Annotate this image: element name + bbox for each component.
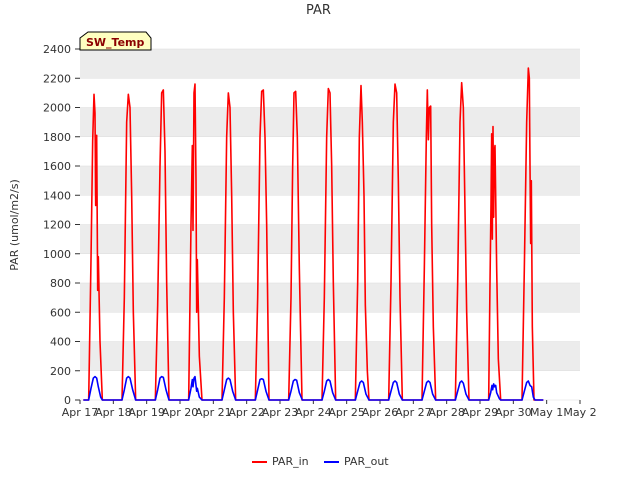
y-tick-label: 2200	[43, 72, 71, 85]
y-tick-label: 200	[50, 365, 71, 378]
legend-label-par-in: PAR_in	[272, 455, 309, 468]
y-tick-label: 2400	[43, 43, 71, 56]
par-chart: PAR 020040060080010001200140016001800200…	[8, 3, 597, 468]
grid-band	[80, 49, 580, 79]
sw-temp-badge-text: SW_Temp	[86, 36, 145, 49]
y-tick-label: 2000	[43, 102, 71, 115]
y-tick-label: 600	[50, 306, 71, 319]
x-tick-label: Apr 27	[395, 406, 432, 419]
sw-temp-badge: SW_Temp	[79, 31, 152, 51]
y-tick-label: 1600	[43, 160, 71, 173]
y-tick-label: 1200	[43, 219, 71, 232]
x-tick-label: Apr 19	[128, 406, 165, 419]
grid-band	[80, 283, 580, 313]
grid-band	[80, 341, 580, 371]
y-tick-label: 1400	[43, 189, 71, 202]
y-tick-label: 400	[50, 336, 71, 349]
legend: PAR_in PAR_out	[252, 455, 389, 468]
x-tick-label: Apr 23	[262, 406, 299, 419]
y-tick-label: 1000	[43, 248, 71, 261]
x-tick-label: Apr 26	[362, 406, 399, 419]
x-tick-label: Apr 29	[462, 406, 499, 419]
x-tick-label: Apr 28	[428, 406, 465, 419]
x-axis-ticks: Apr 17Apr 18Apr 19Apr 20Apr 21Apr 22Apr …	[62, 400, 597, 419]
grid-band	[80, 224, 580, 254]
x-tick-label: Apr 18	[95, 406, 132, 419]
y-tick-label: 800	[50, 277, 71, 290]
x-tick-label: Apr 24	[295, 406, 332, 419]
grid-band	[80, 166, 580, 196]
x-tick-label: Apr 17	[62, 406, 99, 419]
x-tick-label: Apr 25	[328, 406, 365, 419]
x-tick-label: May 2	[563, 406, 596, 419]
x-tick-label: Apr 20	[162, 406, 199, 419]
legend-label-par-out: PAR_out	[344, 455, 389, 468]
x-tick-label: Apr 21	[195, 406, 232, 419]
x-tick-label: Apr 22	[228, 406, 265, 419]
x-tick-label: May 1	[530, 406, 563, 419]
y-tick-label: 1800	[43, 131, 71, 144]
x-tick-label: Apr 30	[495, 406, 532, 419]
y-axis-ticks: 0200400600800100012001400160018002000220…	[43, 43, 80, 407]
chart-title: PAR	[306, 3, 331, 18]
y-axis-label: PAR (umol/m2/s)	[8, 179, 21, 271]
